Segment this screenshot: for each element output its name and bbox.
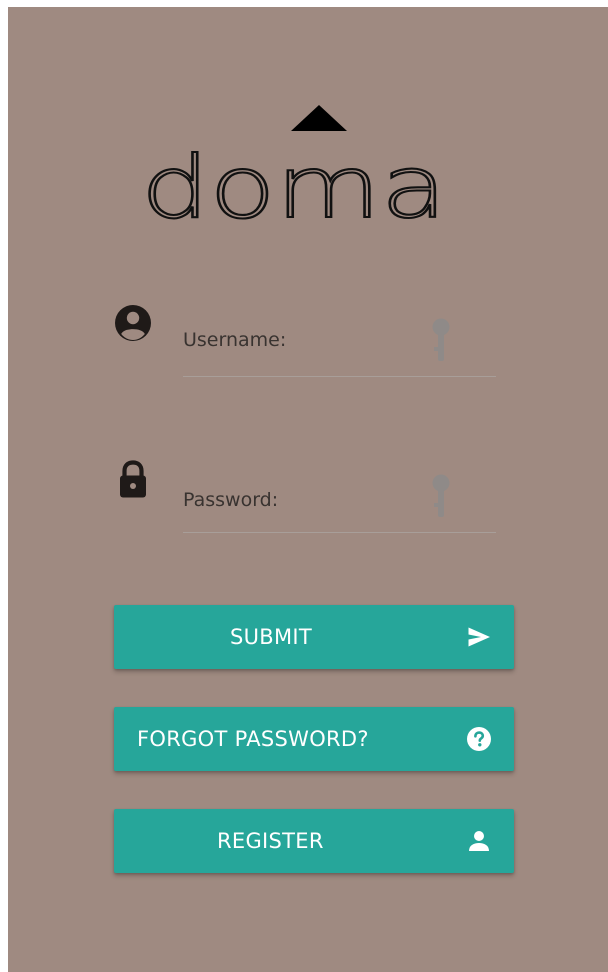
forgot-password-button[interactable]: FORGOT PASSWORD? [114, 707, 514, 771]
user-icon [469, 831, 489, 851]
username-field-group [113, 303, 503, 377]
logo: doma [138, 105, 448, 220]
lock-icon [120, 460, 146, 498]
register-button[interactable]: REGISTER [114, 809, 514, 873]
key-icon [432, 474, 450, 517]
send-icon [468, 627, 490, 647]
doma-logo: doma [140, 105, 448, 220]
key-icon [432, 318, 450, 361]
forgot-password-button-label: FORGOT PASSWORD? [137, 727, 369, 751]
username-underline [183, 376, 496, 377]
register-button-label: REGISTER [217, 829, 324, 853]
password-input[interactable] [183, 485, 421, 515]
login-screen: doma SUBMIT [8, 7, 608, 972]
password-underline [183, 532, 496, 533]
submit-button[interactable]: SUBMIT [114, 605, 514, 669]
logo-wordmark: doma [141, 138, 447, 220]
question-circle-icon [467, 727, 491, 751]
submit-button-label: SUBMIT [230, 625, 313, 649]
user-circle-icon [115, 305, 151, 341]
logo-roof-triangle [291, 105, 347, 131]
password-field-group [113, 459, 503, 533]
username-input[interactable] [183, 325, 421, 355]
